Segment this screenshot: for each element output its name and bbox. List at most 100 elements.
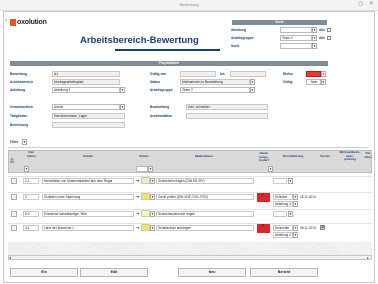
row-expand-icon[interactable]: › <box>11 225 17 231</box>
taetigkeiten-field[interactable]: Handlommasse, Lager <box>52 113 125 119</box>
sort-arbeitsgruppe-select[interactable]: Team 2 <box>280 35 312 41</box>
sort-abteilung-select[interactable] <box>280 27 312 33</box>
row-kat-faktor[interactable]: 1.1 <box>23 178 39 184</box>
risk-cell[interactable] <box>141 224 150 231</box>
add-button[interactable]: Ein <box>10 268 78 277</box>
arrow-right-icon: ➜ <box>136 211 140 216</box>
row-durchfuehrung-abteilung[interactable]: Abteilung 2 <box>273 232 293 238</box>
chevron-down-icon[interactable]: ▼ <box>293 201 298 207</box>
risiko-filter[interactable] <box>136 166 148 172</box>
chevron-down-icon[interactable]: ▼ <box>288 178 293 184</box>
gueltig-select[interactable]: Nein <box>306 79 321 85</box>
row-massnahme[interactable]: Gerät prüfen (DIN VDE 0701-0702) <box>156 194 254 200</box>
row-gefahr[interactable]: Herabfallen von Musterbauteilen aus dem … <box>42 178 134 184</box>
row-durchfuehrung[interactable] <box>273 211 287 217</box>
gueltig-bis-field[interactable] <box>230 71 266 77</box>
close-icon[interactable]: × <box>369 1 373 7</box>
risk-cell[interactable] <box>141 177 150 184</box>
chevron-down-icon[interactable]: ▼ <box>150 194 155 200</box>
report-button[interactable]: Bericht <box>250 268 318 277</box>
chevron-down-icon[interactable]: ▼ <box>312 27 317 33</box>
back-icon[interactable]: ‹ <box>5 18 7 24</box>
col-taet[interactable]: Tät- Abw. <box>362 152 374 166</box>
row-gefahr[interactable]: Schäden unter Spannung <box>42 194 134 200</box>
row-kat-faktor[interactable]: 3.1 <box>23 225 39 231</box>
restore-icon[interactable]: ▢ <box>358 1 363 7</box>
row-kat-faktor[interactable]: 6.2 <box>23 211 39 217</box>
chevron-down-icon[interactable]: ▼ <box>321 71 326 77</box>
col-risiko[interactable]: Risiko <box>136 154 152 159</box>
print-icon[interactable]: ⎙ <box>10 158 14 164</box>
row-expand-icon[interactable]: › <box>11 178 17 184</box>
row-expand-icon[interactable]: › <box>11 194 17 200</box>
chevron-down-icon[interactable]: ▼ <box>250 87 255 93</box>
row-termin[interactable]: 08.11.2015 <box>300 226 316 230</box>
col-durchfuehrung[interactable]: Durchführung <box>273 154 313 159</box>
row-durchfuehrung[interactable]: Schneider <box>273 225 293 231</box>
row-gefahr[interactable]: Lärm der Maschine 1 <box>42 225 134 231</box>
abteilung-label: Abteilung <box>10 88 26 92</box>
kat-filter-chevron-icon[interactable]: ▼ <box>24 166 29 172</box>
scroll-right-icon[interactable]: ▸ <box>367 255 369 260</box>
bewertung-field[interactable]: A1 <box>52 71 120 77</box>
calendar-icon[interactable]: ▦ <box>320 225 325 230</box>
chevron-down-icon[interactable]: ▼ <box>293 225 298 231</box>
row-termin[interactable]: 18.11.2015 <box>300 195 316 199</box>
divider <box>8 147 368 148</box>
row-kat-faktor[interactable]: 2 <box>23 194 39 200</box>
col-handlungsbedarf[interactable]: Hand- lungs- bedarf <box>256 151 272 166</box>
bedarf-filter-chevron-icon[interactable]: ▼ <box>268 166 273 172</box>
chevron-down-icon[interactable]: ▼ <box>150 211 155 217</box>
status-field[interactable]: Maßnahmen in Bearbeitung <box>180 79 250 85</box>
logo-text: oxolution <box>17 18 47 26</box>
chevron-down-icon[interactable]: ▼ <box>120 104 125 110</box>
filter-label: Filter <box>10 140 19 144</box>
chevron-down-icon[interactable]: ▼ <box>288 211 293 217</box>
new-button[interactable]: Neu <box>178 268 246 277</box>
chevron-down-icon[interactable]: ▼ <box>312 35 317 41</box>
chevron-down-icon[interactable]: ▼ <box>250 79 255 85</box>
col-gefahr[interactable]: Gefahr <box>42 154 134 159</box>
risk-cell[interactable] <box>141 193 150 200</box>
sort-arbeitsgruppe-all-checkbox[interactable] <box>327 36 331 40</box>
chevron-down-icon[interactable]: ▼ <box>293 232 298 238</box>
sort-abteilung-all-checkbox[interactable] <box>327 28 331 32</box>
row-durchfuehrung-abteilung[interactable]: Abteilung 3 <box>273 201 293 207</box>
risk-cell[interactable] <box>141 210 150 217</box>
col-termin[interactable]: Termin <box>314 154 336 159</box>
filter-chevron-down-icon[interactable]: ▼ <box>22 139 27 145</box>
abteilung-select[interactable]: Abteilung 1 <box>52 87 120 93</box>
arbeitsgruppe-select[interactable]: Team 2 <box>180 87 250 93</box>
row-massnahme[interactable]: Schallschutz anbringen <box>156 225 254 231</box>
arbeitsstaetten-field[interactable] <box>186 113 268 119</box>
bearbeitung-field[interactable]: Karl, schneider <box>186 104 268 110</box>
gueltig-bis-label: bis <box>220 72 225 76</box>
bemerkung-field[interactable] <box>52 122 125 128</box>
chevron-down-icon[interactable]: ▼ <box>120 87 125 93</box>
bemerkung-label: Bemerkung <box>10 123 29 127</box>
row-massnahme[interactable]: Schutzhandschuhe tragen <box>156 211 254 217</box>
chevron-down-icon[interactable]: ▼ <box>150 225 155 231</box>
edit-button[interactable]: Edit <box>80 268 148 277</box>
col-massnahmen[interactable]: Maßnahmen <box>154 154 254 159</box>
chevron-down-icon[interactable]: ▼ <box>293 194 298 200</box>
chevron-down-icon[interactable]: ▼ <box>150 178 155 184</box>
chevron-down-icon[interactable]: ▼ <box>321 79 326 85</box>
arbeitsbereich-field[interactable]: Montagearbeitsplatz <box>52 79 120 85</box>
project-panel-header: Projektdaten <box>10 61 328 66</box>
verantwortlich-select[interactable]: Admin <box>52 104 120 110</box>
chevron-down-icon[interactable]: ▼ <box>312 43 317 49</box>
sort-sorte-select[interactable] <box>280 43 312 49</box>
horizontal-scrollbar[interactable] <box>8 255 372 260</box>
row-massnahme[interactable]: Schutzhelm tragen (DIN EN 397) <box>156 178 254 184</box>
row-gefahr[interactable]: Einnahme scharfkantiger Teile <box>42 211 134 217</box>
row-expand-icon[interactable]: › <box>11 211 17 217</box>
row-durchfuehrung[interactable]: Schultze <box>273 194 293 200</box>
col-wirksamkeit[interactable]: Wirksamkeits- über- prüfung <box>337 150 363 165</box>
page-title: Arbeitsbereich-Bewertung <box>80 35 199 46</box>
col-kat-faktor[interactable]: Kat- faktor <box>23 150 40 165</box>
row-durchfuehrung[interactable] <box>273 178 287 184</box>
risiko-filter-chevron-icon[interactable]: ▼ <box>148 166 153 172</box>
scroll-left-icon[interactable]: ◂ <box>9 255 11 260</box>
gueltig-von-field[interactable] <box>180 71 216 77</box>
